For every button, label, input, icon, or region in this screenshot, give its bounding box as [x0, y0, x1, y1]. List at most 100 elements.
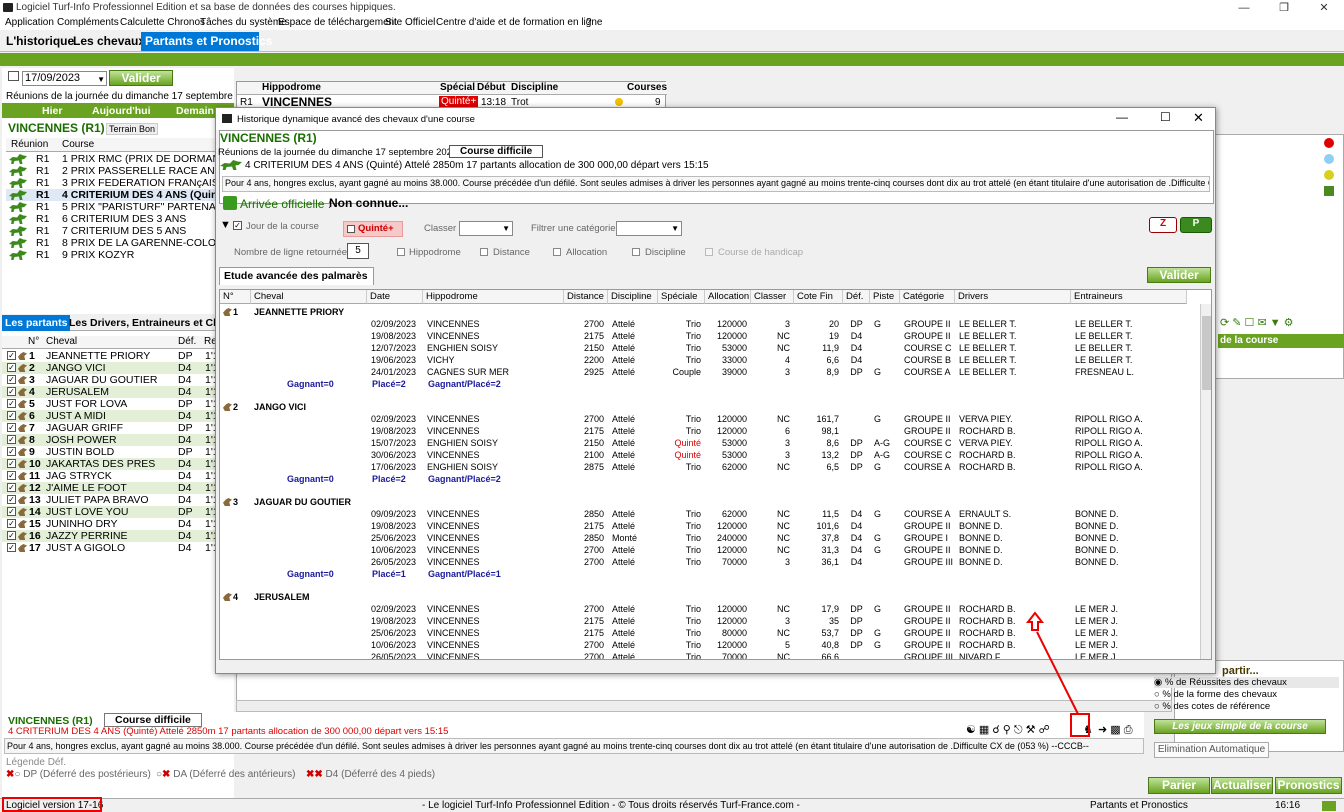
- nav-aujourdhui[interactable]: Aujourd'hui: [92, 105, 150, 117]
- grid-race-row[interactable]: 10/06/2023 VINCENNES 2700 Attelé Trio 120000 N…: [220, 544, 1200, 556]
- tab-les-partants[interactable]: Les partants: [2, 315, 71, 331]
- grid-col-header[interactable]: Discipline: [608, 290, 658, 304]
- partant-checkbox[interactable]: ✓: [7, 507, 16, 516]
- nav-demain[interactable]: Demain: [176, 105, 214, 117]
- partant-checkbox[interactable]: ✓: [7, 471, 16, 480]
- grid-race-row[interactable]: 19/08/2023 VINCENNES 2175 Attelé Trio 120000 N…: [220, 330, 1200, 342]
- quinte-checkbox[interactable]: [347, 225, 355, 233]
- tab-partants[interactable]: Partants et Pronostics: [141, 32, 272, 51]
- allocation-checkbox[interactable]: [553, 248, 561, 256]
- menu-complements[interactable]: Compléments: [57, 17, 119, 28]
- course-row[interactable]: R1 3 PRIX FEDERATION FRANçAISE DE: [6, 177, 232, 189]
- radio-reussites[interactable]: ◉ % de Réussites des chevaux: [1154, 677, 1339, 688]
- dialog-minimize-button[interactable]: —: [1116, 110, 1128, 124]
- nav-hier[interactable]: Hier: [42, 105, 62, 117]
- jeux-simple-button[interactable]: Les jeux simple de la course: [1154, 719, 1326, 734]
- discipline-checkbox[interactable]: [632, 248, 640, 256]
- partant-checkbox[interactable]: ✓: [7, 399, 16, 408]
- export-icons[interactable]: ➜ ▩ ⎙: [1098, 723, 1133, 737]
- course-row[interactable]: R1 1 PRIX RMC (PRIX DE DORMANS): [6, 153, 232, 165]
- partant-row[interactable]: ✓ 4 JERUSALEM D4 1'1: [2, 386, 234, 398]
- partant-row[interactable]: ✓ 3 JAGUAR DU GOUTIER D4 1'1: [2, 374, 234, 386]
- partant-checkbox[interactable]: ✓: [7, 351, 16, 360]
- partant-row[interactable]: ✓ 15 JUNINHO DRY D4 1'1: [2, 518, 234, 530]
- grid-race-row[interactable]: 02/09/2023 VINCENNES 2700 Attelé Trio 120000 3…: [220, 318, 1200, 330]
- grid-col-header[interactable]: Allocation: [705, 290, 751, 304]
- grid-race-row[interactable]: 02/09/2023 VINCENNES 2700 Attelé Trio 120000 N…: [220, 413, 1200, 425]
- bottom-toolbar-icons[interactable]: ☯ ▦ ☌ ⚲ ⎋ ⚒ ☍: [966, 723, 1050, 737]
- partant-checkbox[interactable]: ✓: [7, 375, 16, 384]
- distance-checkbox[interactable]: [480, 248, 488, 256]
- partant-row[interactable]: ✓ 10 JAKARTAS DES PRES D4 1'1: [2, 458, 234, 470]
- categorie-select[interactable]: ▼: [616, 221, 682, 236]
- grid-horse-row[interactable]: 1 JEANNETTE PRIORY: [220, 306, 1200, 318]
- partant-row[interactable]: ✓ 6 JUST A MIDI D4 1'1: [2, 410, 234, 422]
- grid-col-header[interactable]: Drivers: [955, 290, 1071, 304]
- classer-select[interactable]: ▼: [459, 221, 513, 236]
- partant-checkbox[interactable]: ✓: [7, 459, 16, 468]
- partant-checkbox[interactable]: ✓: [7, 411, 16, 420]
- nb-lignes-input[interactable]: 5: [347, 243, 369, 259]
- grid-race-row[interactable]: 26/05/2023 VINCENNES 2700 Attelé Trio 70000 3 3…: [220, 556, 1200, 568]
- grid-race-row[interactable]: 19/08/2023 VINCENNES 2175 Attelé Trio 120000 N…: [220, 520, 1200, 532]
- grid-col-header[interactable]: Entraineurs: [1071, 290, 1187, 304]
- partant-checkbox[interactable]: ✓: [7, 423, 16, 432]
- minimize-button[interactable]: —: [1224, 0, 1264, 16]
- partant-checkbox[interactable]: ✓: [7, 447, 16, 456]
- elimination-button[interactable]: Elimination Automatique: [1154, 742, 1269, 758]
- partant-checkbox[interactable]: ✓: [7, 483, 16, 492]
- course-row[interactable]: R1 4 CRITERIUM DES 4 ANS (Quinté): [6, 189, 232, 201]
- scroll-thumb[interactable]: [1202, 316, 1211, 390]
- valider-date-button[interactable]: Valider: [109, 70, 173, 86]
- pronostics-button[interactable]: Pronostics: [1275, 777, 1342, 794]
- parier-button[interactable]: Parier: [1148, 777, 1210, 794]
- partant-row[interactable]: ✓ 2 JANGO VICI D4 1'1: [2, 362, 234, 374]
- partant-row[interactable]: ✓ 17 JUST A GIGOLO D4 1'1: [2, 542, 234, 554]
- partant-checkbox[interactable]: ✓: [7, 519, 16, 528]
- grid-race-row[interactable]: 12/07/2023 ENGHIEN SOISY 2150 Attelé Trio 530…: [220, 342, 1200, 354]
- hippodrome-checkbox[interactable]: [397, 248, 405, 256]
- grid-race-row[interactable]: 15/07/2023 ENGHIEN SOISY 2150 Attelé Quinté 5…: [220, 437, 1200, 449]
- partant-row[interactable]: ✓ 11 JAG STRYCK D4 1'1: [2, 470, 234, 482]
- tab-historique[interactable]: L'historique: [2, 32, 78, 51]
- handicap-checkbox[interactable]: [705, 248, 713, 256]
- toolbar-icons[interactable]: ⟳ ✎ ☐ ✉ ▼ ⚙: [1220, 316, 1294, 329]
- dialog-valider-button[interactable]: Valider: [1147, 267, 1211, 283]
- partant-checkbox[interactable]: ✓: [7, 363, 16, 372]
- tab-etude-palmares[interactable]: Etude avancée des palmarès: [219, 267, 374, 285]
- dialog-maximize-button[interactable]: ☐: [1160, 110, 1171, 124]
- grid-col-header[interactable]: Piste: [870, 290, 900, 304]
- menu-site-officiel[interactable]: Site Officiel: [385, 17, 435, 28]
- partant-row[interactable]: ✓ 8 JOSH POWER D4 1'1: [2, 434, 234, 446]
- grid-race-row[interactable]: 24/01/2023 CAGNES SUR MER 2925 Attelé Couple…: [220, 366, 1200, 378]
- course-row[interactable]: R1 8 PRIX DE LA GARENNE-COLOMBE: [6, 237, 232, 249]
- jour-checkbox[interactable]: ✓: [233, 221, 242, 230]
- partant-checkbox[interactable]: ✓: [7, 387, 16, 396]
- radio-forme[interactable]: ○ % de la forme des chevaux: [1154, 689, 1339, 700]
- grid-col-header[interactable]: Date: [367, 290, 423, 304]
- z-button[interactable]: Z: [1149, 217, 1177, 233]
- partant-row[interactable]: ✓ 9 JUSTIN BOLD DP 1'1: [2, 446, 234, 458]
- radio-cotes[interactable]: ○ % des cotes de référence: [1154, 701, 1339, 712]
- grid-horse-row[interactable]: 4 JERUSALEM: [220, 591, 1200, 603]
- grid-col-header[interactable]: Spéciale: [658, 290, 705, 304]
- menu-aide[interactable]: Centre d'aide et de formation en ligne: [436, 17, 602, 28]
- menu-application[interactable]: Application: [5, 17, 54, 28]
- course-row[interactable]: R1 5 PRIX "PARISTURF" PARTENAIRE C: [6, 201, 232, 213]
- grid-race-row[interactable]: 17/06/2023 ENGHIEN SOISY 2875 Attelé Trio 620…: [220, 461, 1200, 473]
- grid-col-header[interactable]: Hippodrome: [423, 290, 564, 304]
- partant-row[interactable]: ✓ 1 JEANNETTE PRIORY DP 1'1: [2, 350, 234, 362]
- maximize-button[interactable]: ❐: [1264, 0, 1304, 16]
- course-row[interactable]: R1 6 CRITERIUM DES 3 ANS: [6, 213, 232, 225]
- dialog-close-button[interactable]: ✕: [1193, 110, 1204, 126]
- partant-checkbox[interactable]: ✓: [7, 495, 16, 504]
- partant-checkbox[interactable]: ✓: [7, 543, 16, 552]
- grid-col-header[interactable]: Cote Fin: [794, 290, 843, 304]
- partant-row[interactable]: ✓ 7 JAGUAR GRIFF DP 1'1: [2, 422, 234, 434]
- grid-col-header[interactable]: Cheval: [251, 290, 367, 304]
- grid-race-row[interactable]: 30/06/2023 VINCENNES 2100 Attelé Quinté 53000…: [220, 449, 1200, 461]
- menu-taches[interactable]: Tâches du système: [200, 17, 287, 28]
- v-scrollbar[interactable]: [1200, 304, 1211, 659]
- menu-calculette[interactable]: Calculette Chronos: [120, 17, 205, 28]
- tab-chevaux[interactable]: Les chevaux: [69, 32, 149, 51]
